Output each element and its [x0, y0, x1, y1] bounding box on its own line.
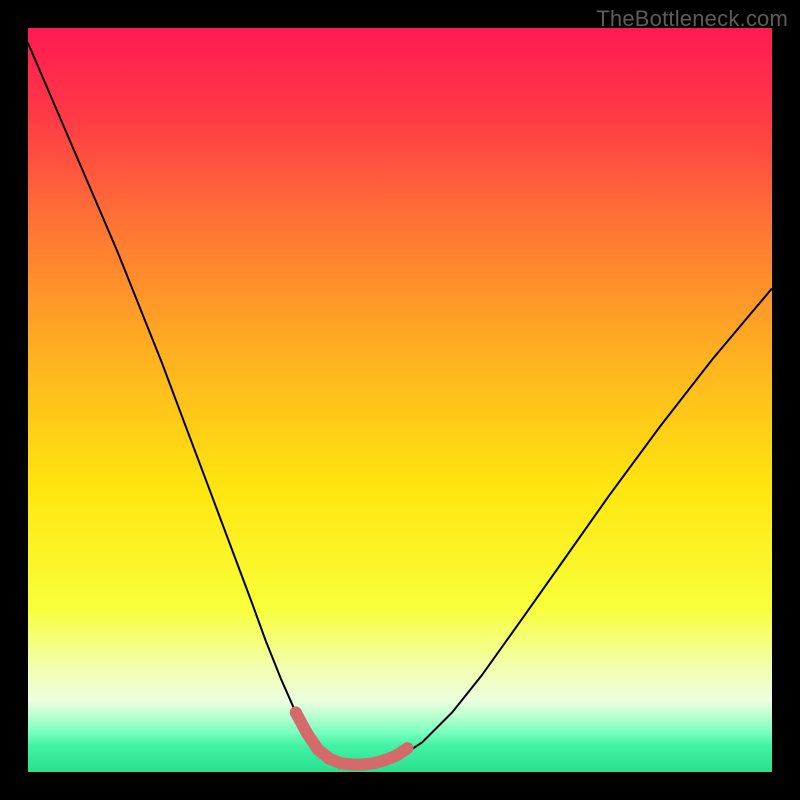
marker-dot [368, 757, 380, 769]
watermark-text: TheBottleneck.com [596, 6, 788, 32]
marker-dot [301, 727, 313, 739]
marker-dot [357, 759, 369, 771]
plot-area [28, 28, 772, 772]
marker-dot [290, 707, 302, 719]
marker-dot [323, 753, 335, 765]
bottleneck-curve [28, 43, 772, 765]
marker-dot [346, 759, 358, 771]
marker-dot [401, 742, 413, 754]
marker-dot [312, 744, 324, 756]
curve-layer [28, 28, 772, 772]
marker-dot [335, 757, 347, 769]
marker-band [290, 707, 414, 771]
marker-dot [379, 754, 391, 766]
marker-dot [390, 750, 402, 762]
chart-frame: TheBottleneck.com [0, 0, 800, 800]
